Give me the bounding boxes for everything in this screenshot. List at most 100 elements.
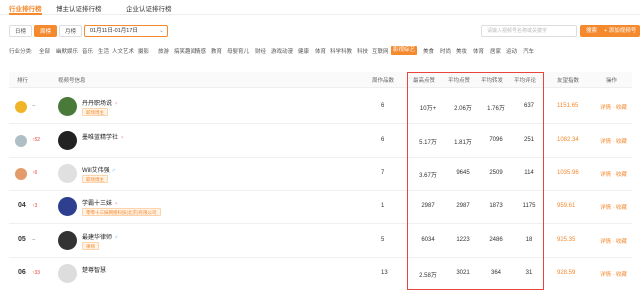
- row-actions[interactable]: 详情 · 收藏: [600, 103, 627, 111]
- gender-icon: ♀: [114, 201, 119, 207]
- avatar[interactable]: [58, 264, 77, 283]
- avg-comments: 1175: [522, 203, 536, 209]
- avg-comments: 251: [523, 137, 534, 143]
- category-item[interactable]: 教育: [211, 47, 222, 55]
- avatar[interactable]: [58, 231, 77, 250]
- chevron-down-icon: ⌄: [158, 28, 164, 34]
- channel-name[interactable]: 楚尊智慧: [82, 265, 106, 274]
- avatar[interactable]: [58, 197, 77, 216]
- row-actions[interactable]: 详情 · 收藏: [600, 237, 627, 245]
- category-item[interactable]: 旅游: [158, 47, 169, 55]
- table-row[interactable]: ↑52 墨唯蓝精学社 ♀ 6 5.17万 1.81万 7096 251 1082.34 详情 · …: [9, 124, 632, 158]
- row-actions[interactable]: 详情 · 收藏: [600, 203, 627, 211]
- category-item[interactable]: 人文艺术: [112, 47, 134, 55]
- max-likes: 6034: [421, 237, 435, 243]
- index-score: 959.61: [557, 203, 576, 209]
- avatar[interactable]: [58, 97, 77, 116]
- medal-icon: [15, 135, 27, 147]
- table-row[interactable]: -- 丹丹职场说 ♀ 职场博主 6 10万+ 2.06万 1.76万 637 1151.65 详情 …: [9, 90, 632, 124]
- channel-name[interactable]: Will艾伟强 ♂: [82, 165, 116, 174]
- category-item[interactable]: 美妆: [456, 47, 467, 55]
- date-range-select[interactable]: 01月11日-01月17日 ⌄: [84, 25, 168, 37]
- category-item[interactable]: 母婴育儿: [227, 47, 249, 55]
- tab-enterprise-ranking[interactable]: 企业认证排行榜: [126, 3, 172, 13]
- header-avg-shares: 平均转发: [481, 78, 504, 84]
- avg-likes: 3021: [456, 270, 470, 276]
- row-actions[interactable]: 详情 · 收藏: [600, 170, 627, 178]
- max-likes: 2987: [421, 203, 435, 209]
- avg-likes: 2.06万: [454, 106, 472, 112]
- period-week-button[interactable]: 周榜: [34, 25, 58, 37]
- channel-name-text: 学霸十三妹: [82, 201, 113, 207]
- category-item[interactable]: 搞笑趣闻: [174, 47, 196, 55]
- row-actions[interactable]: 详情 · 收藏: [600, 137, 627, 145]
- gender-icon: ♂: [114, 235, 119, 241]
- avatar[interactable]: [58, 131, 77, 150]
- tab-blogger-ranking[interactable]: 博主认证排行榜: [56, 3, 102, 13]
- index-score: 1035.96: [557, 170, 579, 176]
- header-avg-likes: 平均点赞: [448, 78, 471, 84]
- rank-number: 05: [18, 236, 26, 243]
- category-item[interactable]: 美食: [423, 47, 434, 55]
- category-item[interactable]: 体育: [473, 47, 484, 55]
- avg-likes: 9645: [456, 170, 470, 176]
- avg-comments: 114: [524, 170, 534, 176]
- channel-name[interactable]: 墨唯蓝精学社 ♀: [82, 132, 124, 141]
- category-item[interactable]: 时尚: [440, 47, 451, 55]
- avatar[interactable]: [58, 164, 77, 183]
- category-item[interactable]: 音乐: [82, 47, 93, 55]
- category-item[interactable]: 游戏动漫: [271, 47, 293, 55]
- channel-tag: 职场博主: [82, 108, 108, 116]
- table-row[interactable]: 05 -- 最建华律师 ♂ 律师 5 6034 1223 2486 18 925.35 详情 · 收藏: [9, 224, 632, 258]
- row-actions[interactable]: 详情 · 收藏: [600, 270, 627, 278]
- header-max-likes: 最高点赞: [413, 78, 436, 84]
- max-likes: 3.67万: [419, 173, 437, 179]
- category-item[interactable]: 运动: [506, 47, 517, 55]
- gender-icon: ♀: [120, 135, 125, 141]
- add-channel-button[interactable]: + 添加视频号: [600, 25, 640, 37]
- category-item[interactable]: 互联网: [372, 47, 389, 55]
- tab-industry-ranking[interactable]: 行业排行榜: [9, 3, 42, 15]
- category-item[interactable]: 科技: [357, 47, 368, 55]
- search-input[interactable]: 请输入视频号名称或关键字: [481, 25, 577, 37]
- period-month-button[interactable]: 月榜: [59, 25, 83, 37]
- header-avg-comments: 平均评论: [514, 78, 537, 84]
- table-row[interactable]: 06 ↑33 楚尊智慧 13 2.58万 3021 364 31 928.59 详情 · 收藏: [9, 257, 632, 290]
- rank-change: --: [32, 103, 36, 109]
- avg-likes: 1.81万: [454, 140, 472, 146]
- weekly-works: 7: [381, 170, 385, 176]
- table-row[interactable]: 04 ↑3 学霸十三妹 ♀ 零零十三妹网络科技(北京)有限公司 1 2987 2987 1873…: [9, 190, 632, 224]
- rank-change: ↑52: [32, 137, 41, 143]
- category-item[interactable]: 体育: [315, 47, 326, 55]
- channel-tag: 律师: [82, 242, 99, 250]
- rank-change: ↑3: [32, 203, 38, 209]
- period-day-button[interactable]: 日榜: [9, 25, 33, 37]
- avg-shares: 364: [490, 270, 501, 276]
- category-item[interactable]: 摄影: [138, 47, 149, 55]
- rank-number: 04: [18, 202, 26, 209]
- category-item[interactable]: 健康: [298, 47, 309, 55]
- category-label: 行业分类:: [9, 49, 33, 55]
- avg-shares: 2486: [489, 237, 503, 243]
- gender-icon: ♂: [111, 168, 116, 174]
- channel-name[interactable]: 最建华律师 ♂: [82, 232, 118, 241]
- channel-name[interactable]: 学霸十三妹 ♀: [82, 198, 118, 207]
- category-item[interactable]: 情感: [195, 47, 206, 55]
- category-item[interactable]: 幽默娱乐: [56, 47, 78, 55]
- category-item[interactable]: 财经: [255, 47, 266, 55]
- table-row[interactable]: ↑6 Will艾伟强 ♂ 职场博主 7 3.67万 9645 2509 114 1035.96 详情…: [9, 157, 632, 191]
- header-index: 友望指数: [557, 78, 580, 84]
- max-likes: 10万+: [419, 106, 437, 112]
- channel-name-text: 最建华律师: [82, 235, 113, 241]
- category-item[interactable]: 影视综艺: [391, 46, 418, 55]
- avg-likes: 1223: [456, 237, 470, 243]
- channel-name[interactable]: 丹丹职场说 ♀: [82, 98, 118, 107]
- category-item[interactable]: 全部: [39, 47, 50, 55]
- weekly-works: 6: [381, 137, 385, 143]
- index-score: 1151.65: [557, 103, 579, 109]
- category-item[interactable]: 汽车: [523, 47, 534, 55]
- date-range-value: 01月11日-01月17日: [90, 28, 138, 34]
- category-item[interactable]: 生活: [98, 47, 109, 55]
- category-item[interactable]: 居家: [490, 47, 501, 55]
- category-item[interactable]: 科学科教: [330, 47, 352, 55]
